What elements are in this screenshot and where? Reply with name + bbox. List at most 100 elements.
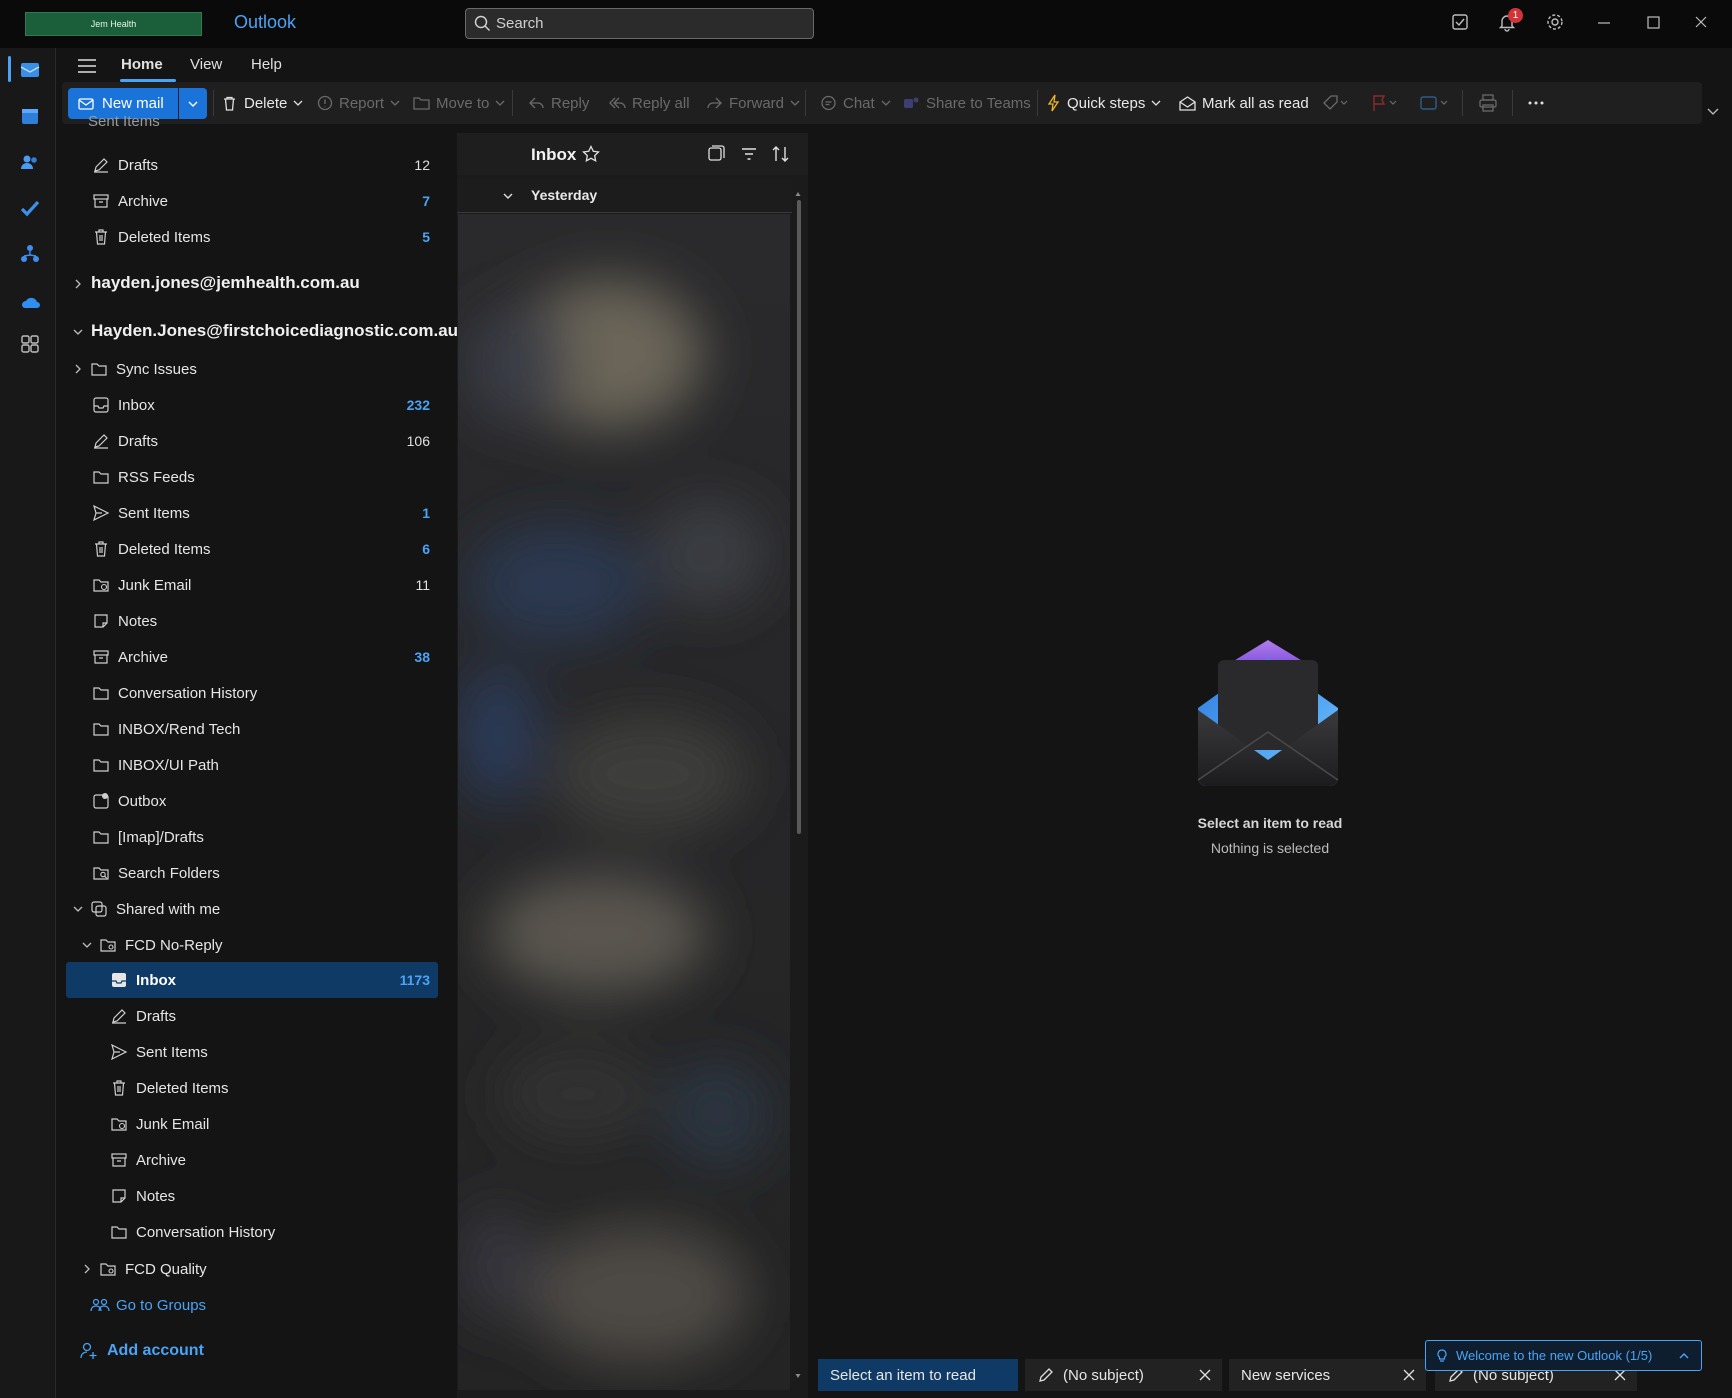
sort-icon[interactable] bbox=[771, 145, 791, 163]
chevron-up-icon[interactable] bbox=[1677, 1349, 1691, 1363]
flag-icon[interactable] bbox=[1371, 94, 1399, 112]
folder-count: 6 bbox=[422, 541, 430, 557]
tag-icon[interactable] bbox=[1322, 94, 1350, 112]
org-logo: Jem Health bbox=[25, 12, 202, 36]
search-box[interactable] bbox=[465, 8, 814, 39]
ribbon-expand-icon[interactable] bbox=[1706, 106, 1720, 118]
folder-item-noreply-conversation-history[interactable]: Conversation History bbox=[110, 1215, 438, 1249]
shared-mailbox-fcd-quality[interactable]: FCD Quality bbox=[99, 1252, 438, 1286]
close-icon[interactable] bbox=[1691, 12, 1715, 36]
folder-item-deleted[interactable]: Deleted Items 6 bbox=[92, 532, 438, 566]
mail-app-icon[interactable] bbox=[18, 58, 44, 84]
calendar-app-icon[interactable] bbox=[18, 104, 44, 130]
reply-button[interactable]: Reply bbox=[528, 82, 589, 124]
forward-label: Forward bbox=[729, 94, 785, 112]
folder-item-sent-partial[interactable]: Sent Items bbox=[88, 116, 464, 134]
bottom-tab-label: Select an item to read bbox=[830, 1366, 976, 1384]
folder-item-inbox[interactable]: Inbox 232 bbox=[92, 388, 438, 422]
more-apps-icon[interactable] bbox=[18, 332, 44, 358]
new-mail-button[interactable]: New mail bbox=[68, 88, 178, 119]
welcome-tour-banner[interactable]: Welcome to the new Outlook (1/5) bbox=[1425, 1340, 1702, 1371]
close-icon[interactable] bbox=[1198, 1368, 1212, 1382]
org-explorer-icon[interactable] bbox=[18, 242, 44, 268]
shared-mailbox-icon bbox=[99, 936, 117, 954]
quick-steps-button[interactable]: Quick steps bbox=[1047, 82, 1161, 124]
folder-label: Archive bbox=[118, 192, 169, 210]
close-icon[interactable] bbox=[1402, 1368, 1416, 1382]
chevron-right-icon[interactable] bbox=[81, 1263, 93, 1275]
folder-item-noreply-archive[interactable]: Archive bbox=[110, 1143, 438, 1177]
chevron-right-icon[interactable] bbox=[72, 278, 84, 290]
go-to-groups-link[interactable]: Go to Groups bbox=[90, 1288, 438, 1322]
onedrive-icon[interactable] bbox=[18, 288, 44, 314]
reply-all-icon bbox=[609, 95, 626, 111]
chevron-down-icon[interactable] bbox=[72, 326, 84, 338]
folder-item-junk[interactable]: Junk Email 11 bbox=[92, 568, 438, 602]
chat-button[interactable]: Chat bbox=[820, 82, 891, 124]
folder-item-imap-drafts[interactable]: [Imap]/Drafts bbox=[92, 820, 438, 854]
tab-help[interactable]: Help bbox=[251, 56, 282, 73]
account-header-firstchoice[interactable]: Hayden.Jones@firstchoicediagnostic.com.a… bbox=[91, 321, 458, 341]
shared-mailbox-fcd-noreply[interactable]: FCD No-Reply bbox=[99, 928, 438, 962]
folder-item-outbox[interactable]: Outbox bbox=[92, 784, 438, 818]
folder-item-noreply-deleted[interactable]: Deleted Items bbox=[110, 1071, 438, 1105]
my-day-icon[interactable] bbox=[1450, 12, 1474, 36]
folder-item-noreply-drafts[interactable]: Drafts bbox=[110, 999, 438, 1033]
more-options-icon[interactable] bbox=[1527, 96, 1545, 110]
folder-item-noreply-inbox[interactable]: Inbox 1173 bbox=[110, 963, 438, 997]
search-input[interactable] bbox=[496, 9, 796, 38]
folder-item-noreply-junk[interactable]: Junk Email bbox=[110, 1107, 438, 1141]
new-mail-dropdown[interactable] bbox=[179, 88, 207, 119]
folder-item-rss-feeds[interactable]: RSS Feeds bbox=[92, 460, 438, 494]
scrollbar-thumb[interactable] bbox=[797, 200, 801, 834]
folder-item-drafts[interactable]: Drafts 12 bbox=[92, 148, 438, 182]
shared-folder-icon bbox=[90, 900, 108, 918]
tab-home[interactable]: Home bbox=[121, 56, 163, 73]
account-header-jemhealth[interactable]: hayden.jones@jemhealth.com.au bbox=[91, 273, 360, 293]
folder-item-drafts[interactable]: Drafts 106 bbox=[92, 424, 438, 458]
folder-item-deleted[interactable]: Deleted Items 5 bbox=[92, 220, 438, 254]
chevron-right-icon[interactable] bbox=[72, 363, 84, 375]
folder-item-conversation-history[interactable]: Conversation History bbox=[92, 676, 438, 710]
folder-item-sent[interactable]: Sent Items 1 bbox=[92, 496, 438, 530]
reply-all-button[interactable]: Reply all bbox=[609, 82, 690, 124]
minimize-icon[interactable] bbox=[1594, 12, 1618, 36]
folder-item-inbox-rend-tech[interactable]: INBOX/Rend Tech bbox=[92, 712, 438, 746]
star-icon[interactable] bbox=[582, 145, 600, 163]
folder-count: 106 bbox=[406, 433, 430, 449]
share-to-teams-button[interactable]: Share to Teams bbox=[903, 82, 1031, 124]
filter-icon[interactable] bbox=[740, 145, 758, 163]
chevron-down-icon[interactable] bbox=[501, 189, 515, 203]
shared-with-me-header[interactable]: Shared with me bbox=[90, 892, 438, 926]
gear-icon[interactable] bbox=[1545, 12, 1569, 36]
add-account-link[interactable]: Add account bbox=[79, 1334, 438, 1368]
folder-item-noreply-sent[interactable]: Sent Items bbox=[110, 1035, 438, 1069]
folder-icon bbox=[92, 684, 110, 702]
forward-button[interactable]: Forward bbox=[706, 82, 800, 124]
archive-icon bbox=[92, 648, 110, 666]
folder-item-inbox-ui-path[interactable]: INBOX/UI Path bbox=[92, 748, 438, 782]
folder-label: Junk Email bbox=[118, 576, 192, 594]
bottom-tab-new-services[interactable]: New services bbox=[1229, 1359, 1426, 1391]
select-mode-icon[interactable] bbox=[707, 145, 725, 163]
folder-item-sync-issues[interactable]: Sync Issues bbox=[90, 352, 438, 386]
folder-item-archive[interactable]: Archive 7 bbox=[92, 184, 438, 218]
chevron-down-icon[interactable] bbox=[72, 903, 84, 915]
mark-all-read-button[interactable]: Mark all as read bbox=[1179, 82, 1309, 124]
folder-item-noreply-notes[interactable]: Notes bbox=[110, 1179, 438, 1213]
maximize-icon[interactable] bbox=[1643, 12, 1667, 36]
people-app-icon[interactable] bbox=[18, 150, 44, 176]
bottom-tab-draft-1[interactable]: (No subject) bbox=[1025, 1359, 1222, 1391]
bottom-tab-reading[interactable]: Select an item to read bbox=[818, 1359, 1018, 1391]
welcome-label: Welcome to the new Outlook (1/5) bbox=[1456, 1348, 1653, 1363]
folder-item-archive[interactable]: Archive 38 bbox=[92, 640, 438, 674]
folder-item-search-folders[interactable]: Search Folders bbox=[92, 856, 438, 890]
pencil-icon bbox=[92, 432, 110, 450]
print-icon[interactable] bbox=[1478, 94, 1498, 112]
folder-item-notes[interactable]: Notes bbox=[92, 604, 438, 638]
tab-view[interactable]: View bbox=[190, 56, 222, 73]
hamburger-menu-icon[interactable] bbox=[76, 56, 98, 76]
chevron-down-icon[interactable] bbox=[81, 939, 93, 951]
todo-app-icon[interactable] bbox=[18, 196, 44, 222]
categorize-icon[interactable] bbox=[1419, 94, 1451, 112]
